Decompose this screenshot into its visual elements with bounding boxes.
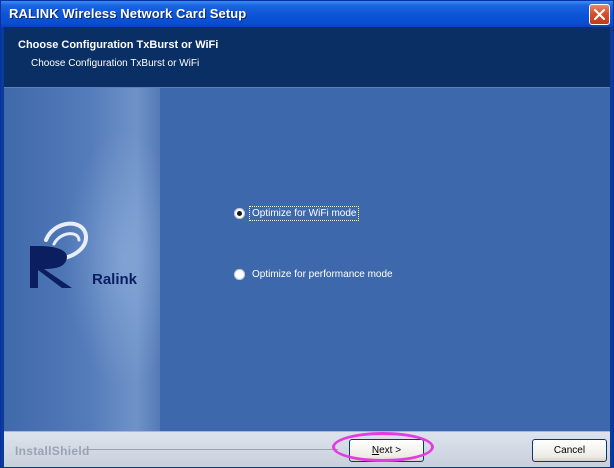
next-mnemonic: N <box>371 445 380 456</box>
next-button[interactable]: Next > <box>349 439 424 462</box>
option-label: Optimize for performance mode <box>252 268 393 280</box>
title-bar[interactable]: RALINK Wireless Network Card Setup <box>1 1 613 27</box>
wizard-footer: InstallShield Next > Cancel <box>4 431 610 467</box>
footer-divider <box>88 449 338 450</box>
options-panel <box>160 88 610 431</box>
window-title: RALINK Wireless Network Card Setup <box>9 6 247 21</box>
setup-window: RALINK Wireless Network Card Setup Choos… <box>0 0 614 468</box>
close-icon <box>594 9 605 20</box>
option-performance-mode[interactable]: Optimize for performance mode <box>234 266 395 282</box>
cancel-button[interactable]: Cancel <box>532 439 607 462</box>
radio-icon[interactable] <box>234 207 245 219</box>
left-graphic-panel: Ralink <box>4 88 160 431</box>
option-label: Optimize for WiFi mode <box>248 205 360 221</box>
installshield-brand: InstallShield <box>15 444 90 458</box>
header-title: Choose Configuration TxBurst or WiFi <box>18 39 219 51</box>
wizard-content: Ralink Optimize for WiFi mode Optimize f… <box>4 88 610 431</box>
wizard-header: Choose Configuration TxBurst or WiFi Cho… <box>4 27 610 88</box>
radio-icon[interactable] <box>234 268 245 280</box>
option-wifi-mode[interactable]: Optimize for WiFi mode <box>234 205 360 221</box>
close-button[interactable] <box>589 4 610 25</box>
header-subtitle: Choose Configuration TxBurst or WiFi <box>31 58 200 69</box>
next-label: ext > <box>379 445 402 456</box>
ralink-logo: Ralink <box>24 218 160 298</box>
logo-text: Ralink <box>92 271 138 288</box>
